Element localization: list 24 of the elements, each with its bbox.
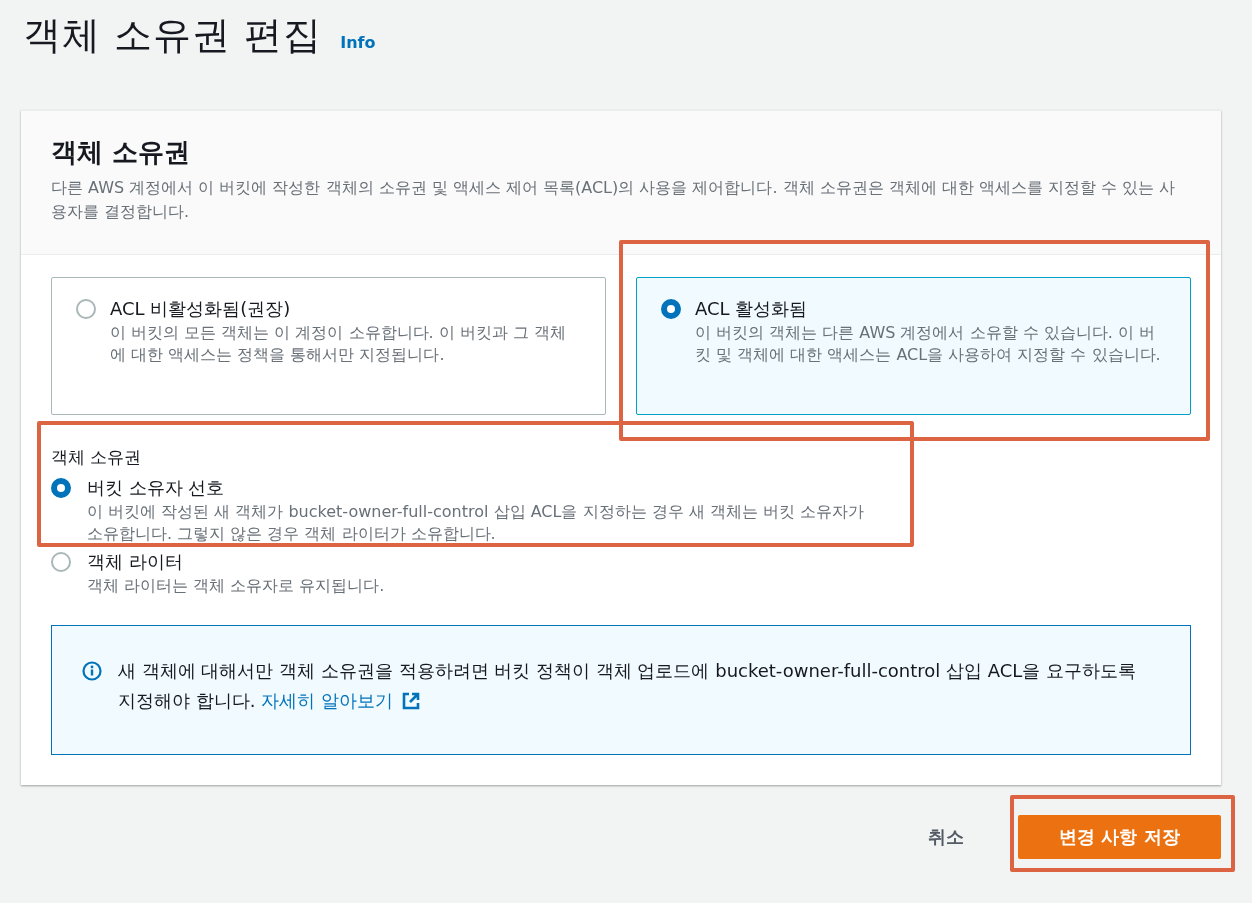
learn-more-link[interactable]: 자세히 알아보기 <box>261 686 421 716</box>
option-title: 객체 라이터 <box>87 550 184 574</box>
cancel-button[interactable]: 취소 <box>922 824 970 850</box>
radio-button[interactable] <box>51 478 71 498</box>
section-heading: 객체 소유권 <box>51 136 192 169</box>
field-label: 객체 소유권 <box>51 446 143 469</box>
external-link-icon <box>400 691 421 711</box>
radio-button[interactable] <box>76 299 96 319</box>
acl-option-tile[interactable]: ACL 활성화됨 이 버킷의 객체는 다른 AWS 계정에서 소유할 수 있습니다. 이 버킷 및 객체에 대한 액세스는 ACL을 사용하여 지정할 수 있습니다. <box>636 277 1191 415</box>
option-description: 이 버킷의 모든 객체는 이 계정이 소유합니다. 이 버킷과 그 객체에 대한 액세스는 정책을 통해서만 지정됩니다. <box>110 322 567 366</box>
section-description: 다른 AWS 계정에서 이 버킷에 작성한 객체의 소유권 및 액세스 제어 목록(ACL)의 사용을 제어합니다. 객체 소유권은 객체에 대한 액세스를 지정할 수 있는 사용자를 결정합니다. <box>51 177 1177 223</box>
option-title: ACL 활성화됨 <box>695 297 809 321</box>
radio-button[interactable] <box>51 552 71 572</box>
alert-text: 새 객체에 대해서만 객체 소유권을 적용하려면 버킷 정책이 객체 업로드에 bucket-owner-full-control 삽입 ACL을 요구하도록 지정해야 합니다. 자세히 알아보기 <box>118 656 1158 716</box>
info-icon <box>82 661 102 681</box>
info-link[interactable]: Info <box>340 33 376 52</box>
option-title: 버킷 소유자 선호 <box>87 476 226 500</box>
option-description: 이 버킷의 객체는 다른 AWS 계정에서 소유할 수 있습니다. 이 버킷 및 객체에 대한 액세스는 ACL을 사용하여 지정할 수 있습니다. <box>695 322 1162 366</box>
acl-option-tile[interactable]: ACL 비활성화됨(권장) 이 버킷의 모든 객체는 이 계정이 소유합니다. 이 버킷과 그 객체에 대한 액세스는 정책을 통해서만 지정됩니다. <box>51 277 606 415</box>
option-description: 객체 라이터는 객체 소유자로 유지됩니다. <box>87 575 385 597</box>
option-title: ACL 비활성화됨(권장) <box>110 297 292 321</box>
option-description: 이 버킷에 작성된 새 객체가 bucket-owner-full-control 삽입 ACL을 지정하는 경우 새 객체는 버킷 소유자가 소유합니다. 그렇지 않은 경우 객체 라이터가 소유합니다. <box>87 501 865 545</box>
page-title: 객체 소유권 편집 <box>23 12 323 59</box>
radio-button[interactable] <box>661 299 681 319</box>
